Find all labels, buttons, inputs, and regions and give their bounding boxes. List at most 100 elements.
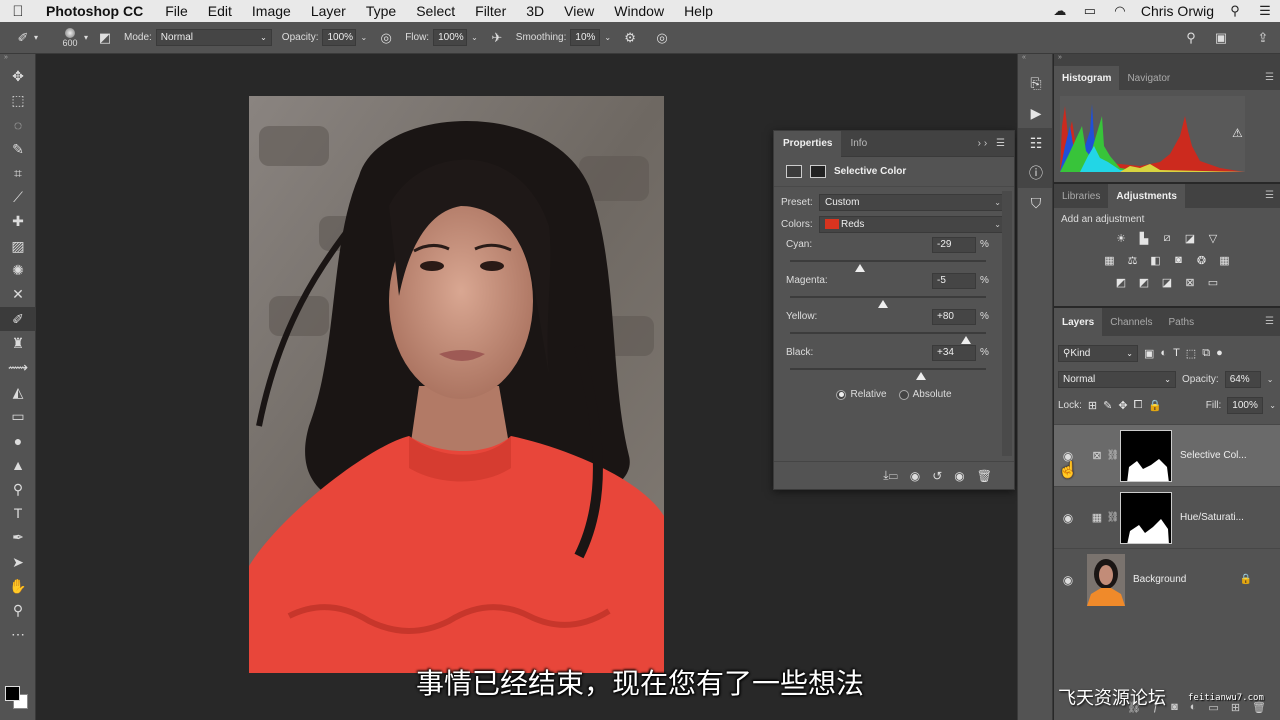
type-tool[interactable]: T [0,501,36,525]
path-select-tool[interactable]: ➤ [0,550,36,574]
panel-menu-icon[interactable]: ☰ [1265,190,1274,201]
slider-thumb[interactable] [916,372,927,380]
add-mask-icon[interactable]: ◙ [1171,701,1178,713]
filter-shape-icon[interactable]: ⬚ [1186,347,1196,360]
search-icon[interactable]: ⚲ [1226,3,1244,18]
opacity-chevron-icon[interactable]: ⌄ [360,33,367,42]
slider-value-input[interactable]: -29 [932,237,976,253]
visibility-eye-icon[interactable]: ◉ [954,469,964,483]
preset-select[interactable]: Custom ⌄ [819,193,1007,211]
visibility-eye-icon[interactable]: ◉ [1054,573,1082,587]
layer-name[interactable]: Selective Col... [1180,450,1247,461]
collapse-handle[interactable]: » [1054,54,1280,66]
warning-icon[interactable]: ⚠ [1232,126,1243,140]
info-icon[interactable]: ⓘ [1018,158,1054,188]
opacity-input[interactable]: 100% [322,29,357,46]
clip-to-layer-icon[interactable]: ⤓▭ [883,468,897,483]
menu-image[interactable]: Image [242,3,301,19]
history-icon[interactable]: ⎘ [1018,68,1054,98]
slider-value-input[interactable]: +80 [932,309,976,325]
opacity-chevron-icon[interactable]: ⌄ [1267,375,1274,384]
kind-filter-select[interactable]: ⚲Kind ⌄ [1058,344,1138,362]
panel-menu-icon[interactable]: ☰ [1265,316,1274,327]
slider-value-input[interactable]: +34 [932,345,976,361]
blur-tool[interactable]: ● [0,428,36,452]
portrait-photo[interactable] [249,96,664,673]
threshold-icon[interactable]: ◪ [1159,275,1175,289]
tool-preset-chevron-icon[interactable]: ▾ [32,29,40,47]
pressure-size-icon[interactable]: ◎ [653,29,671,47]
quick-select-tool[interactable]: ✎ [0,137,36,161]
reset-icon[interactable]: ↺ [932,469,942,483]
tab-info[interactable]: Info [841,131,876,157]
black-white-icon[interactable]: ◧ [1148,253,1164,267]
brush-chevron-icon[interactable]: ▾ [82,29,90,47]
search-icon[interactable]: ⚲ [1182,29,1200,47]
filter-type-icon[interactable]: T [1173,347,1180,359]
brush-tool[interactable]: ✐ [0,306,36,332]
levels-icon[interactable]: ▙ [1136,231,1152,245]
layer-mask-thumbnail[interactable] [1120,491,1172,544]
brush-preset-picker[interactable]: 600 [58,24,82,52]
filter-adjustment-icon[interactable]: ◐ [1160,347,1167,359]
fill-chevron-icon[interactable]: ⌄ [1269,401,1276,410]
fill-input[interactable]: 100% [1227,396,1264,414]
menu-select[interactable]: Select [406,3,465,19]
menu-file[interactable]: File [155,3,198,19]
layer-row-hue-saturation[interactable]: ◉ ▦ ⛓ Hue/Saturati... [1054,486,1280,548]
clone-stamp-tool[interactable]: ♜ [0,331,36,355]
layer-row-selective-color[interactable]: ◉ ⊠ ⛓ Selective Col... [1054,424,1280,486]
vibrance-icon[interactable]: ▽ [1205,231,1221,245]
color-balance-icon[interactable]: ⚖ [1125,253,1141,267]
flow-input[interactable]: 100% [433,29,468,46]
menu-type[interactable]: Type [356,3,406,19]
content-move-tool[interactable]: ✕ [0,283,36,307]
panel-menu-icon[interactable]: ›› ☰ [978,138,1008,149]
move-tool[interactable]: ✥ [0,64,36,88]
apple-icon[interactable]:  [0,3,36,20]
lasso-tool[interactable]: ◌ [0,113,36,137]
hue-saturation-icon[interactable]: ▦ [1102,253,1118,267]
slider-track[interactable] [790,260,986,262]
eyedropper-tool[interactable]: ⟋ [0,185,36,209]
brush-settings-icon[interactable]: ◩ [96,29,114,47]
selective-color-icon[interactable]: ⊠ [1182,275,1198,289]
lock-transparent-icon[interactable]: ⊞ [1088,399,1097,412]
panel-menu-icon[interactable]: ☰ [1265,72,1274,83]
photo-filter-icon[interactable]: ◙ [1171,253,1187,267]
heal-tool[interactable]: ▨ [0,234,36,258]
absolute-radio[interactable]: Absolute [898,389,952,400]
menu-edit[interactable]: Edit [198,3,242,19]
pressure-opacity-icon[interactable]: ◎ [377,29,395,47]
display-icon[interactable]: ▭ [1081,3,1099,18]
lock-position-icon[interactable]: ✥ [1118,399,1127,412]
stamp-icon[interactable]: ⛉ [1018,188,1054,218]
menu-layer[interactable]: Layer [301,3,356,19]
sharpen-tool[interactable]: ▲ [0,453,36,477]
filter-smart-icon[interactable]: ⧉ [1202,347,1210,360]
hand-tool[interactable]: ✋ [0,574,36,598]
brightness-icon[interactable]: ☀ [1113,231,1129,245]
pen-tool[interactable]: ✒ [0,526,36,550]
layer-name[interactable]: Background [1133,574,1186,585]
tab-histogram[interactable]: Histogram [1054,66,1120,90]
eraser-tool[interactable]: ◭ [0,380,36,404]
lock-all-icon[interactable]: 🔒 [1148,399,1162,412]
share-icon[interactable]: ⇪ [1254,29,1272,47]
smoothing-chevron-icon[interactable]: ⌄ [604,33,611,42]
crop-tool[interactable]: ⌗ [0,161,36,185]
trash-icon[interactable]: 🗑 [977,469,992,483]
tab-libraries[interactable]: Libraries [1054,184,1108,208]
tab-properties[interactable]: Properties [774,130,842,157]
menu-filter[interactable]: Filter [465,3,516,19]
zoom-tool[interactable]: ⚲ [0,599,36,623]
slider-track[interactable] [790,296,986,298]
gradient-tool[interactable]: ▭ [0,404,36,428]
properties-scrollbar[interactable] [1002,191,1012,456]
exposure-icon[interactable]: ◪ [1182,231,1198,245]
invert-icon[interactable]: ◩ [1113,275,1129,289]
layer-name[interactable]: Hue/Saturati... [1180,512,1244,523]
more-tools[interactable]: ⋯ [0,623,36,647]
collapse-handle[interactable]: » [0,54,35,64]
airbrush-icon[interactable]: ✈ [488,29,506,47]
